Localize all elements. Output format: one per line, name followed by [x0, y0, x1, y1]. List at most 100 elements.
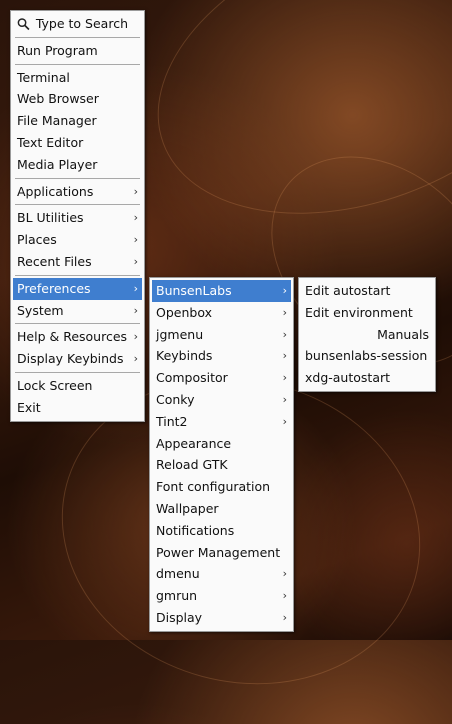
menu-item-file-manager[interactable]: File Manager	[13, 110, 142, 132]
menu-item-exit[interactable]: Exit	[13, 397, 142, 419]
menu-item-label: Applications	[17, 183, 94, 199]
menu-item-label: dmenu	[156, 566, 200, 582]
menu-item-label: Edit environment	[305, 304, 413, 320]
chevron-right-icon: ›	[282, 371, 287, 385]
menu-item-label: BL Utilities	[17, 210, 84, 226]
submenu-item-edit-autostart[interactable]: Edit autostart	[301, 280, 433, 302]
menu-item-run-program[interactable]: Run Program	[13, 40, 142, 62]
preferences-submenu: BunsenLabs › Openbox › jgmenu › Keybinds › C…	[149, 277, 294, 632]
menu-item-label: Text Editor	[17, 134, 84, 150]
menu-item-system[interactable]: System ›	[13, 300, 142, 322]
menu-item-label: Notifications	[156, 522, 235, 538]
chevron-right-icon: ›	[282, 610, 287, 624]
submenu-item-tint2[interactable]: Tint2 ›	[152, 411, 291, 433]
menu-item-label: System	[17, 302, 64, 318]
menu-item-label: jgmenu	[156, 326, 204, 342]
submenu-item-gmrun[interactable]: gmrun ›	[152, 585, 291, 607]
separator	[15, 177, 140, 179]
menu-item-recent-files[interactable]: Recent Files ›	[13, 251, 142, 273]
menu-item-label: Power Management	[156, 544, 281, 560]
menu-item-label: Recent Files	[17, 253, 92, 269]
chevron-right-icon: ›	[282, 589, 287, 603]
menu-item-preferences[interactable]: Preferences ›	[13, 277, 142, 300]
submenu-item-openbox[interactable]: Openbox ›	[152, 302, 291, 324]
menu-item-label: File Manager	[17, 113, 97, 129]
menu-item-label: Terminal	[17, 69, 70, 85]
menu-item-text-editor[interactable]: Text Editor	[13, 132, 142, 154]
submenu-item-manuals[interactable]: Manuals	[301, 324, 433, 346]
chevron-right-icon: ›	[282, 284, 287, 297]
submenu-item-power-management[interactable]: Power Management	[152, 542, 291, 564]
menu-item-terminal[interactable]: Terminal	[13, 67, 142, 89]
menu-item-help-resources[interactable]: Help & Resources ›	[13, 326, 142, 348]
bunsenlabs-submenu: Edit autostart Edit environment Manuals …	[298, 277, 436, 392]
submenu-item-appearance[interactable]: Appearance	[152, 433, 291, 455]
menu-item-label: Edit autostart	[305, 283, 391, 298]
chevron-right-icon: ›	[282, 305, 287, 319]
menu-item-media-player[interactable]: Media Player	[13, 154, 142, 176]
chevron-right-icon: ›	[282, 392, 287, 406]
menu-item-label: Web Browser	[17, 91, 99, 107]
chevron-right-icon: ›	[133, 281, 138, 295]
submenu-item-edit-environment[interactable]: Edit environment	[301, 302, 433, 324]
menu-item-label: Wallpaper	[156, 500, 219, 516]
menu-item-lock-screen[interactable]: Lock Screen	[13, 375, 142, 397]
menu-item-display-keybinds[interactable]: Display Keybinds ›	[13, 348, 142, 370]
menu-item-label: Run Program	[17, 42, 98, 58]
menu-item-label: Media Player	[17, 156, 98, 172]
menu-item-web-browser[interactable]: Web Browser	[13, 88, 142, 110]
separator	[15, 36, 140, 38]
menu-item-label: Tint2	[156, 413, 188, 429]
separator	[15, 63, 140, 65]
submenu-item-notifications[interactable]: Notifications	[152, 520, 291, 542]
submenu-item-wallpaper[interactable]: Wallpaper	[152, 498, 291, 520]
separator	[15, 204, 140, 206]
menu-item-label: Help & Resources	[17, 329, 128, 345]
menu-item-label: Places	[17, 232, 57, 248]
submenu-item-font-configuration[interactable]: Font configuration	[152, 476, 291, 498]
menu-item-places[interactable]: Places ›	[13, 229, 142, 251]
chevron-right-icon: ›	[282, 327, 287, 341]
search-label: Type to Search	[35, 16, 128, 31]
menu-item-applications[interactable]: Applications ›	[13, 181, 142, 203]
chevron-right-icon: ›	[133, 233, 138, 247]
submenu-item-reload-gtk[interactable]: Reload GTK	[152, 454, 291, 476]
submenu-item-display[interactable]: Display ›	[152, 607, 291, 629]
separator	[15, 274, 140, 276]
menu-item-label: Reload GTK	[156, 457, 228, 473]
menu-item-bl-utilities[interactable]: BL Utilities ›	[13, 207, 142, 229]
menu-item-label: xdg-autostart	[305, 370, 391, 386]
chevron-right-icon: ›	[133, 184, 138, 198]
menu-item-label: Lock Screen	[17, 377, 93, 393]
submenu-item-xdg-autostart[interactable]: xdg-autostart	[301, 367, 433, 389]
menu-item-label: Exit	[17, 399, 41, 415]
search-icon	[17, 18, 30, 30]
menu-item-label: Preferences	[17, 280, 91, 296]
chevron-right-icon: ›	[282, 567, 287, 581]
submenu-item-compositor[interactable]: Compositor ›	[152, 367, 291, 389]
chevron-right-icon: ›	[133, 254, 138, 268]
submenu-item-keybinds[interactable]: Keybinds ›	[152, 345, 291, 367]
menu-item-label: Font configuration	[156, 479, 271, 495]
menu-item-label: Conky	[156, 391, 195, 407]
menu-item-label: gmrun	[156, 588, 198, 604]
submenu-item-dmenu[interactable]: dmenu ›	[152, 563, 291, 585]
submenu-item-bunsenlabs[interactable]: BunsenLabs ›	[152, 280, 291, 302]
menu-item-label: Appearance	[156, 435, 232, 451]
submenu-item-bunsenlabs-session[interactable]: bunsenlabs-session	[301, 345, 433, 367]
chevron-right-icon: ›	[133, 330, 138, 344]
chevron-right-icon: ›	[133, 352, 138, 366]
separator	[15, 323, 140, 325]
chevron-right-icon: ›	[133, 303, 138, 317]
menu-item-label: Compositor	[156, 370, 228, 386]
menu-item-label: Display	[156, 609, 203, 625]
search-item[interactable]: Type to Search	[13, 13, 142, 35]
chevron-right-icon: ›	[133, 211, 138, 225]
separator	[15, 371, 140, 373]
submenu-item-jgmenu[interactable]: jgmenu ›	[152, 324, 291, 346]
menu-item-label: bunsenlabs-session	[305, 348, 428, 364]
menu-item-label: Manuals	[377, 326, 429, 342]
chevron-right-icon: ›	[282, 414, 287, 428]
submenu-item-conky[interactable]: Conky ›	[152, 389, 291, 411]
menu-item-label: Keybinds	[156, 348, 213, 364]
